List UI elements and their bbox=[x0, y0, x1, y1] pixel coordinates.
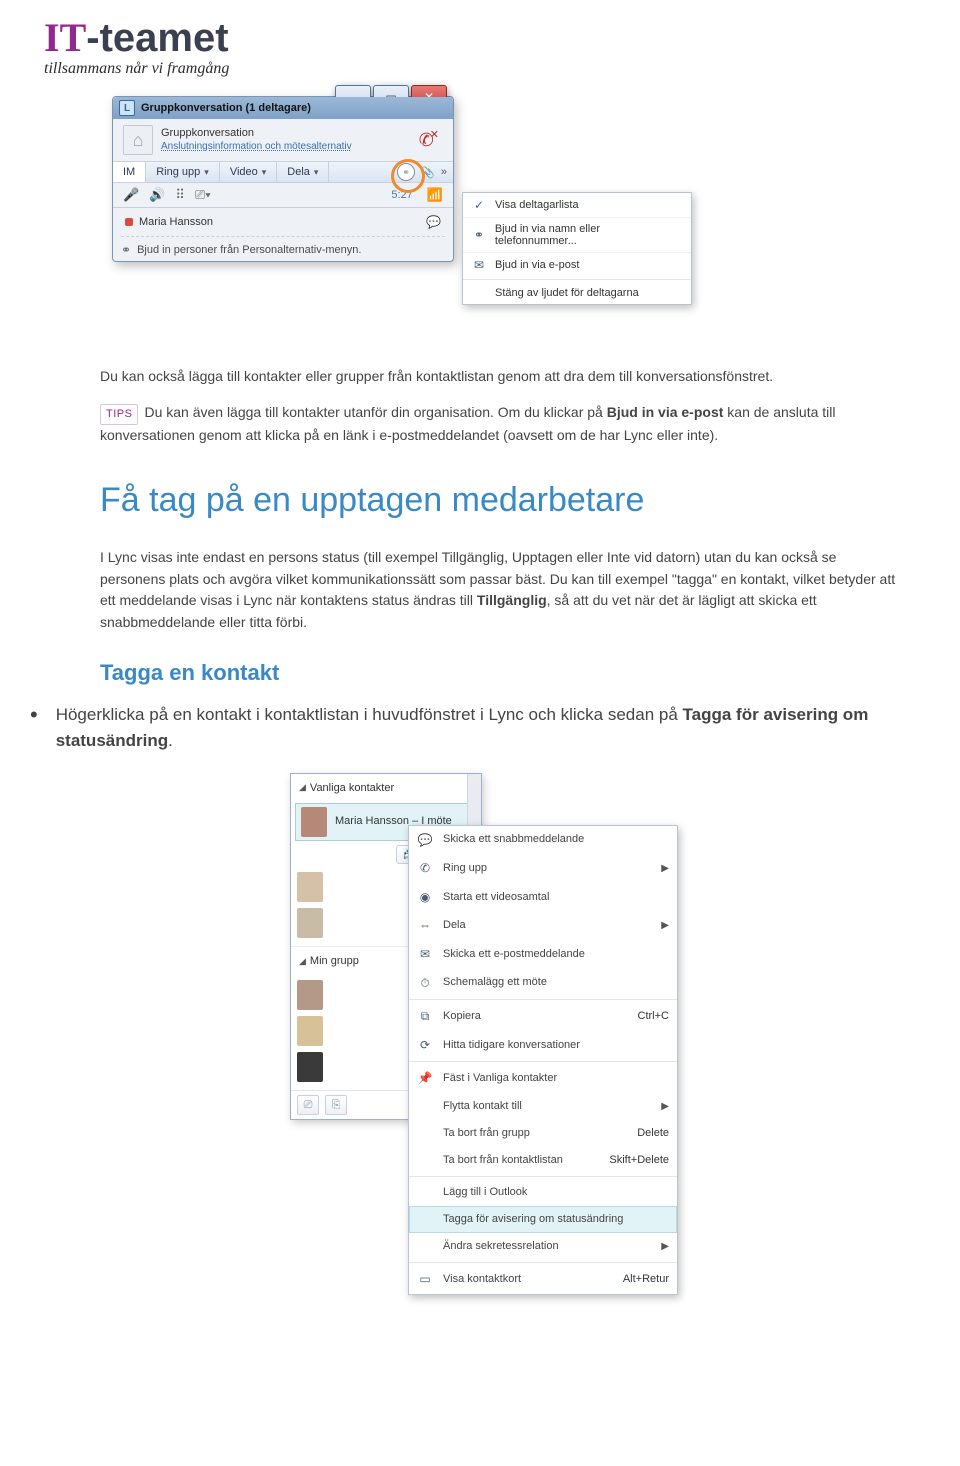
mail-icon: ✉ bbox=[471, 258, 487, 272]
heading-tag-contact: Tagga en kontakt bbox=[100, 656, 900, 690]
secondary-toolbar: 🎤 🔊 ⠿ ⎚▾ 5:27 📶 bbox=[113, 183, 453, 208]
calendar-icon: ⏱ bbox=[417, 974, 433, 993]
participant-row[interactable]: Maria Hansson 💬 bbox=[121, 212, 445, 232]
participant-name: Maria Hansson bbox=[139, 216, 213, 228]
heading-busy-coworker: Få tag på en upptagen medarbetare bbox=[100, 474, 900, 527]
ctx-video[interactable]: ◉Starta ett videosamtal bbox=[409, 883, 677, 912]
ctx-tag-for-alert[interactable]: Tagga för avisering om statusändring bbox=[409, 1206, 677, 1233]
invite-people-icon: ⚭ bbox=[121, 243, 131, 257]
contact-photo[interactable] bbox=[297, 872, 323, 902]
mode-bar-right: ⚭ 📎 » bbox=[391, 163, 453, 181]
mode-bar: IM Ring upp▾ Video▾ Dela▾ ⚭ 📎 » bbox=[113, 161, 453, 183]
video-icon: ◉ bbox=[417, 888, 433, 907]
history-icon: ⟳ bbox=[417, 1036, 433, 1055]
people-options-icon[interactable]: ⚭ bbox=[397, 163, 415, 181]
ctx-pin[interactable]: 📌Fäst i Vanliga kontakter bbox=[409, 1064, 677, 1093]
paragraph-tips: TIPSDu kan även lägga till kontakter uta… bbox=[100, 402, 900, 447]
bullet-dot: • bbox=[30, 702, 38, 728]
contact-photo bbox=[301, 807, 327, 837]
checkmark-icon: ✓ bbox=[471, 198, 487, 212]
paragraph-drag-contacts: Du kan också lägga till kontakter eller … bbox=[100, 366, 900, 388]
brand-it: IT bbox=[44, 15, 86, 60]
brand-header: IT-teamet tillsammans når vi framgång bbox=[0, 0, 960, 78]
window-title: Gruppkonversation (1 deltagare) bbox=[141, 102, 311, 114]
screenshot-contact-context-menu: ◢ Vanliga kontakter Maria Hansson – I mö… bbox=[290, 773, 710, 1253]
presence-busy-icon bbox=[125, 218, 133, 226]
ctx-remove-list[interactable]: Ta bort från kontaktlistanSkift+Delete bbox=[409, 1147, 677, 1174]
ctx-mail[interactable]: ✉Skicka ett e-postmeddelande bbox=[409, 940, 677, 969]
attachment-icon[interactable]: 📎 bbox=[421, 166, 435, 179]
tab-call[interactable]: Ring upp▾ bbox=[146, 162, 220, 182]
menu-invite-by-name[interactable]: ⚭ Bjud in via namn eller telefonnummer..… bbox=[463, 217, 691, 252]
add-person-icon: ⚭ bbox=[471, 228, 487, 242]
footer-button-2[interactable]: ⎘ bbox=[325, 1095, 347, 1115]
lync-app-icon: L bbox=[119, 100, 135, 116]
overflow-button[interactable]: » bbox=[441, 166, 447, 178]
collapse-arrow-icon: ◢ bbox=[299, 955, 306, 969]
ctx-share[interactable]: ⇔Dela▶ bbox=[409, 911, 677, 940]
ctx-copy[interactable]: ⧉KopieraCtrl+C bbox=[409, 1002, 677, 1031]
phone-icon: ✆ bbox=[417, 859, 433, 878]
ctx-outlook[interactable]: Lägg till i Outlook bbox=[409, 1179, 677, 1206]
contact-context-menu: 💬Skicka ett snabbmeddelande ✆Ring upp▶ ◉… bbox=[408, 825, 678, 1295]
connection-info-link[interactable]: Anslutningsinformation och mötesalternat… bbox=[161, 141, 352, 153]
mic-icon[interactable]: 🎤 bbox=[123, 187, 139, 203]
ctx-privacy[interactable]: Ändra sekretessrelation▶ bbox=[409, 1233, 677, 1260]
titlebar: L Gruppkonversation (1 deltagare) bbox=[113, 97, 453, 119]
call-timer: 5:27 bbox=[391, 189, 412, 201]
ctx-send-im[interactable]: 💬Skicka ett snabbmeddelande bbox=[409, 826, 677, 855]
hangup-icon[interactable]: ✆✕ bbox=[419, 130, 443, 151]
copy-icon: ⧉ bbox=[417, 1007, 433, 1026]
conversation-title: Gruppkonversation bbox=[161, 127, 352, 140]
brand-rest: -teamet bbox=[86, 16, 228, 60]
bullet-instruction: • Högerklicka på en kontakt i kontaktlis… bbox=[30, 702, 900, 755]
contact-photo[interactable] bbox=[297, 980, 323, 1010]
invite-hint-text: Bjud in personer från Personalternativ-m… bbox=[137, 244, 361, 256]
card-icon: ▭ bbox=[417, 1270, 433, 1289]
ctx-move[interactable]: Flytta kontakt till▶ bbox=[409, 1093, 677, 1120]
screenshot-conversation-window: — ▭ ✕ L Gruppkonversation (1 deltagare) … bbox=[112, 96, 692, 366]
menu-invite-by-email[interactable]: ✉ Bjud in via e-post bbox=[463, 252, 691, 277]
group-avatar-icon: ⌂ bbox=[123, 125, 153, 155]
speaker-icon[interactable]: 🔊 bbox=[149, 187, 165, 203]
invite-hint: ⚭ Bjud in personer från Personalternativ… bbox=[121, 236, 445, 257]
mail-icon: ✉ bbox=[417, 945, 433, 964]
menu-mute-participants[interactable]: Stäng av ljudet för deltagarna bbox=[463, 282, 691, 304]
people-dropdown-menu: ✓ Visa deltagarlista ⚭ Bjud in via namn … bbox=[462, 192, 692, 305]
share-icon: ⇔ bbox=[417, 916, 433, 935]
collapse-arrow-icon: ◢ bbox=[299, 781, 306, 795]
tips-badge: TIPS bbox=[100, 404, 138, 425]
ctx-remove-group[interactable]: Ta bort från gruppDelete bbox=[409, 1120, 677, 1147]
chat-icon: 💬 bbox=[417, 831, 433, 850]
contact-photo[interactable] bbox=[297, 1016, 323, 1046]
signal-icon: 📶 bbox=[427, 187, 443, 203]
dialpad-icon[interactable]: ⠿ bbox=[175, 187, 185, 203]
conversation-header: ⌂ Gruppkonversation Anslutningsinformati… bbox=[113, 119, 453, 161]
group-frequent[interactable]: ◢ Vanliga kontakter bbox=[291, 774, 481, 803]
tab-video[interactable]: Video▾ bbox=[220, 162, 277, 182]
chat-icon[interactable]: 💬 bbox=[426, 215, 441, 229]
tab-share[interactable]: Dela▾ bbox=[277, 162, 329, 182]
participant-panel: Maria Hansson 💬 ⚭ Bjud in personer från … bbox=[113, 208, 453, 261]
device-icon[interactable]: ⎚▾ bbox=[195, 187, 211, 203]
menu-show-participants[interactable]: ✓ Visa deltagarlista bbox=[463, 193, 691, 217]
contact-photo[interactable] bbox=[297, 1052, 323, 1082]
ctx-meeting[interactable]: ⏱Schemalägg ett möte bbox=[409, 969, 677, 998]
ctx-call[interactable]: ✆Ring upp▶ bbox=[409, 854, 677, 883]
paragraph-tagging: I Lync visas inte endast en persons stat… bbox=[100, 547, 900, 634]
contact-photo[interactable] bbox=[297, 908, 323, 938]
ctx-view-card[interactable]: ▭Visa kontaktkortAlt+Retur bbox=[409, 1265, 677, 1294]
brand-tagline: tillsammans når vi framgång bbox=[44, 60, 960, 78]
pin-icon: 📌 bbox=[417, 1069, 433, 1088]
ctx-find-conv[interactable]: ⟳Hitta tidigare konversationer bbox=[409, 1031, 677, 1060]
tab-im[interactable]: IM bbox=[113, 162, 146, 182]
footer-button-1[interactable]: ⎚ bbox=[297, 1095, 319, 1115]
lync-window: — ▭ ✕ L Gruppkonversation (1 deltagare) … bbox=[112, 96, 454, 262]
